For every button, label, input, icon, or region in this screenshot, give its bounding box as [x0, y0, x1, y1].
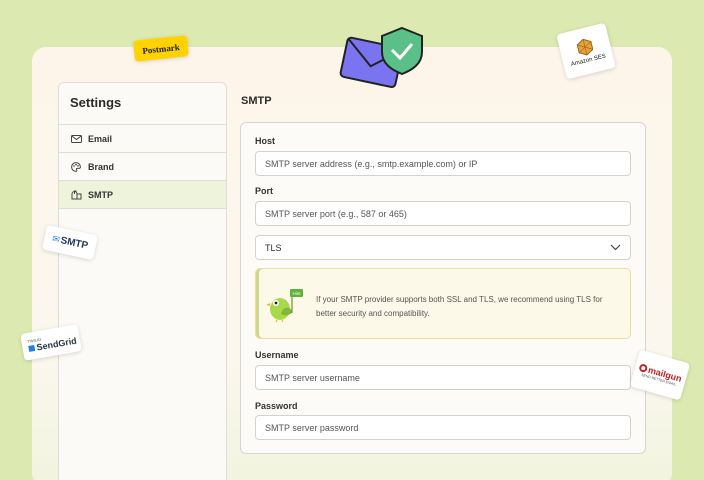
encryption-select[interactable]: TLS — [255, 235, 631, 260]
amazon-ses-icon — [576, 38, 594, 56]
bird-mascot-icon: Hint — [266, 289, 303, 323]
tip-box: Hint If your SMTP provider supports both… — [255, 268, 631, 339]
password-label: Password — [255, 401, 298, 411]
smtp-logo-text: SMTP — [59, 235, 89, 252]
password-input[interactable]: SMTP server password — [255, 415, 631, 440]
mailbox-icon — [70, 190, 82, 200]
palette-icon — [70, 161, 82, 172]
sidebar-item-label: Email — [88, 133, 113, 144]
sidebar-item-email[interactable]: Email — [59, 125, 226, 153]
postmark-text: Postmark — [141, 41, 181, 56]
sidebar-item-label: Brand — [88, 161, 115, 172]
username-label: Username — [255, 350, 299, 360]
amazon-ses-text: Amazon SES — [570, 53, 607, 68]
sidebar-item-brand[interactable]: Brand — [59, 153, 226, 181]
port-label: Port — [255, 186, 273, 196]
envelope-icon — [70, 134, 82, 144]
username-input[interactable]: SMTP server username — [255, 365, 631, 390]
encryption-value: TLS — [265, 242, 282, 253]
sendgrid-icon — [28, 344, 36, 352]
mascot-sign-text: Hint — [292, 291, 301, 296]
port-input[interactable]: SMTP server port (e.g., 587 or 465) — [255, 201, 631, 226]
sidebar-title: Settings — [59, 83, 226, 125]
sendgrid-text: SendGrid — [35, 335, 78, 353]
sidebar-item-label: SMTP — [88, 189, 114, 200]
page-title: SMTP — [241, 95, 272, 107]
sidebar-item-smtp[interactable]: SMTP — [59, 181, 226, 209]
secure-envelope-icon — [339, 26, 423, 89]
host-input[interactable]: SMTP server address (e.g., smtp.example.… — [255, 151, 631, 176]
settings-sidebar: Settings Email Brand SMTP — [58, 82, 227, 480]
host-label: Host — [255, 136, 275, 146]
chevron-down-icon — [610, 243, 621, 253]
tip-text: If your SMTP provider supports both SSL … — [316, 295, 603, 318]
